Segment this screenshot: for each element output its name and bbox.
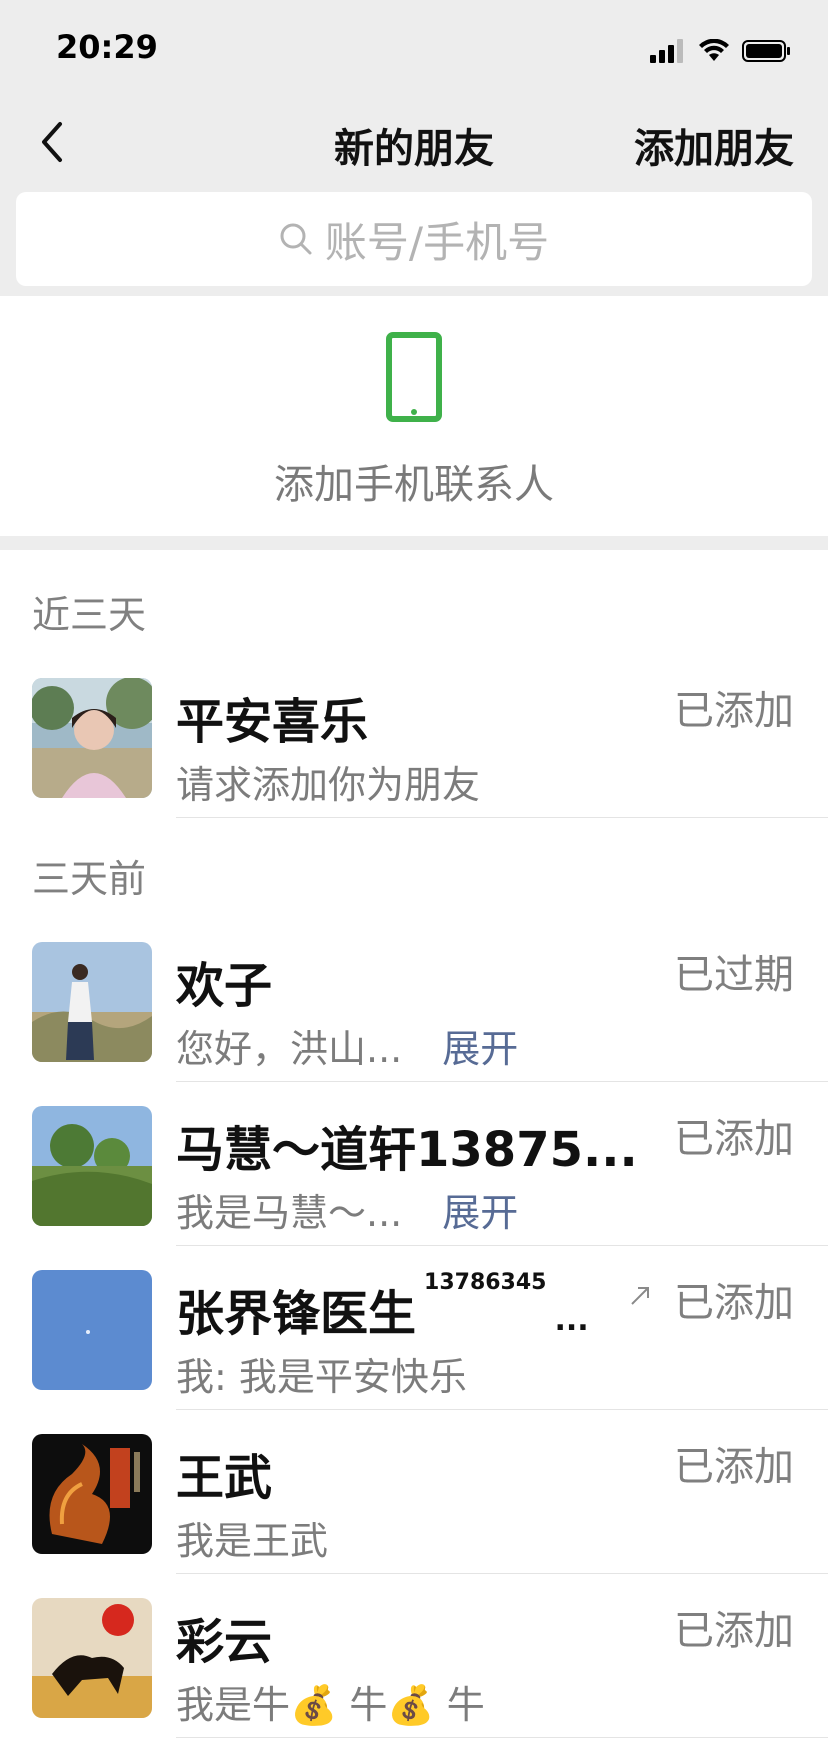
request-message: 我是牛💰 牛💰 牛 [176,1683,485,1727]
status-badge: 已过期 [674,952,794,998]
contact-name: 彩云 [176,1614,273,1670]
status-time: 20:29 [56,28,158,66]
contact-name: 王武 [176,1450,273,1506]
contact-name: 欢子 [176,958,273,1014]
add-phone-contacts[interactable]: 添加手机联系人 [0,296,828,536]
avatar[interactable] [32,1106,152,1226]
request-message: 我是王武 [176,1519,329,1563]
status-badge: 已添加 [674,1116,794,1162]
section-header-recent: 近三天 [32,593,147,637]
status-badge: 已添加 [674,1444,794,1490]
avatar[interactable] [32,942,152,1062]
request-message: 我是马慧～... 展开 [176,1191,519,1235]
list-item[interactable]: 彩云 我是牛💰 牛💰 牛 已添加 [0,1574,828,1738]
status-badge: 已添加 [674,1608,794,1654]
list-item[interactable]: 王武 我是王武 已添加 [0,1410,828,1574]
avatar[interactable] [32,678,152,798]
divider [176,1737,828,1738]
search-icon [280,223,312,255]
mobile-phone-icon [386,332,442,422]
contact-phone: 13786345 [424,1270,547,1295]
contact-name: 张界锋医生13786345... [176,1270,589,1342]
status-badge: 已添加 [674,688,794,734]
divider [176,817,828,818]
arrow-up-right-icon [631,1287,649,1305]
request-message: 请求添加你为朋友 [176,763,481,807]
name-ellipsis: ... [554,1303,589,1338]
list-item[interactable]: 平安喜乐 请求添加你为朋友 已添加 [0,654,828,818]
status-badge: 已添加 [674,1280,794,1326]
add-phone-contacts-label: 添加手机联系人 [274,462,554,508]
add-friends-button[interactable]: 添加朋友 [634,116,794,174]
wifi-icon [699,39,729,61]
signal-icon [650,39,683,63]
status-icons [650,38,792,64]
search-placeholder: 账号/手机号 [324,217,550,267]
status-bar: 20:29 [0,0,828,96]
list-item[interactable]: 马慧～道轩13875... 我是马慧～... 展开 已添加 [0,1082,828,1246]
battery-icon [742,40,790,62]
avatar[interactable] [32,1598,152,1718]
search-input[interactable]: 账号/手机号 [16,192,812,286]
section-header-earlier: 三天前 [32,857,147,901]
friend-request-list: 近三天 平安喜乐 请求添加你为朋友 已添加 三天前 欢子 您好，洪山... 展开… [0,550,828,1752]
expand-link[interactable]: 展开 [442,1027,518,1071]
avatar[interactable] [32,1434,152,1554]
list-item[interactable]: 欢子 您好，洪山... 展开 已过期 [0,918,828,1082]
contact-name: 平安喜乐 [176,694,369,750]
request-message: 我: 我是平安快乐 [176,1355,467,1399]
contact-name: 马慧～道轩13875... [176,1122,638,1178]
nav-bar: 新的朋友 添加朋友 [0,96,828,188]
request-message: 您好，洪山... 展开 [176,1027,519,1071]
avatar[interactable] [32,1270,152,1390]
list-item[interactable]: 张界锋医生13786345... 我: 我是平安快乐 已添加 [0,1246,828,1410]
expand-link[interactable]: 展开 [442,1191,518,1235]
